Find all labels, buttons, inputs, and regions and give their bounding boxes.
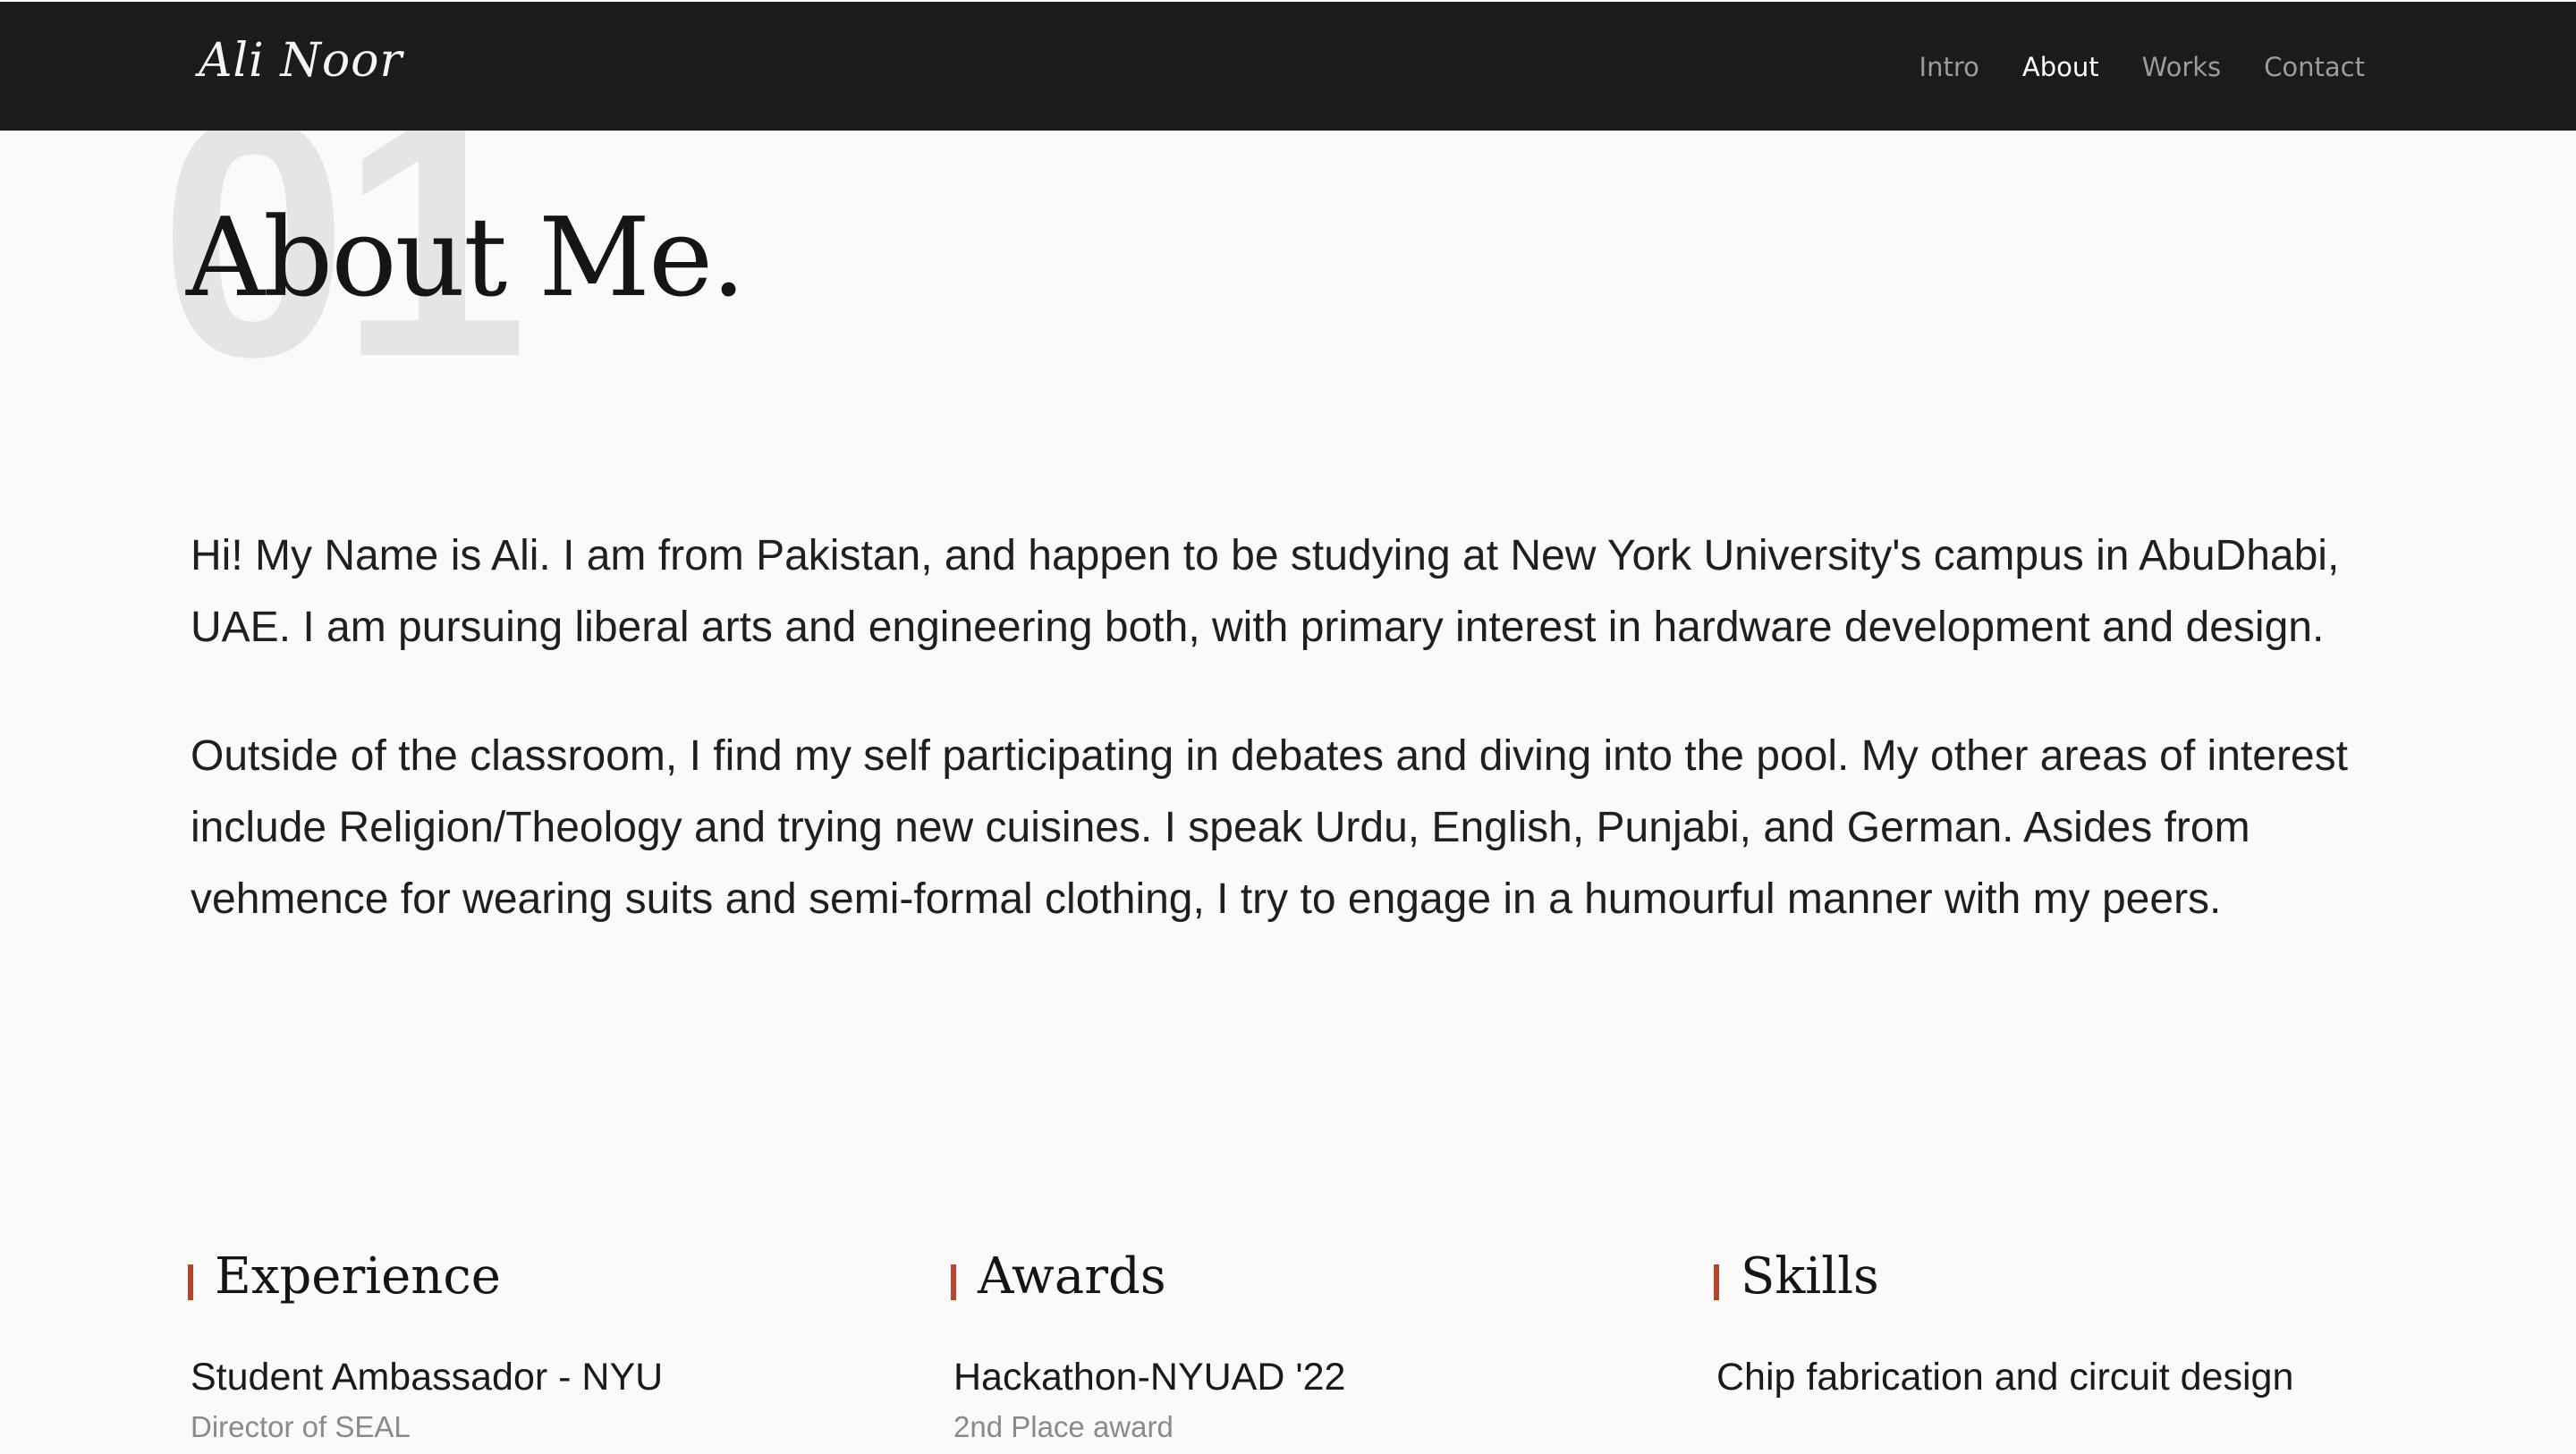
nav-link-intro[interactable]: Intro (1919, 54, 1979, 80)
awards-item-subtitle: 2nd Place award (953, 1410, 1174, 1443)
skills-column: Skills Chip fabrication and circuit desi… (1714, 1243, 2293, 1399)
awards-column: Awards Hackathon-NYUAD '22 2nd Place awa… (951, 1243, 1345, 1443)
accent-bar (951, 1264, 956, 1300)
skills-item-title: Chip fabrication and circuit design (1716, 1356, 2294, 1399)
info-columns: Experience Student Ambassador - NYU Dire… (188, 1243, 2388, 1454)
awards-heading-label: Awards (978, 1247, 1166, 1306)
experience-item-title: Student Ambassador - NYU (191, 1356, 664, 1399)
accent-bar (1714, 1264, 1719, 1300)
skills-heading: Skills (1714, 1243, 1879, 1311)
main-nav: Intro About Works Contact (1919, 0, 2365, 134)
nav-link-about[interactable]: About (2022, 54, 2099, 80)
experience-heading-label: Experience (215, 1247, 501, 1306)
experience-column: Experience Student Ambassador - NYU Dire… (188, 1243, 663, 1443)
accent-bar (188, 1264, 193, 1300)
site-logo[interactable]: Ali Noor (199, 25, 402, 97)
awards-heading: Awards (951, 1243, 1166, 1311)
skills-heading-label: Skills (1741, 1247, 1879, 1306)
nav-link-contact[interactable]: Contact (2264, 54, 2365, 80)
experience-heading: Experience (188, 1243, 501, 1311)
bio-text: Hi! My Name is Ali. I am from Pakistan, … (191, 520, 2391, 993)
bio-paragraph-1: Hi! My Name is Ali. I am from Pakistan, … (191, 532, 2340, 651)
nav-link-works[interactable]: Works (2142, 54, 2222, 80)
experience-item-subtitle: Director of SEAL (191, 1410, 411, 1443)
bio-paragraph-2: Outside of the classroom, I find my self… (191, 732, 2348, 923)
page-title: About Me. (186, 194, 746, 321)
top-navigation-bar: Ali Noor Intro About Works Contact (0, 0, 2576, 131)
awards-item-title: Hackathon-NYUAD '22 (953, 1356, 1346, 1399)
